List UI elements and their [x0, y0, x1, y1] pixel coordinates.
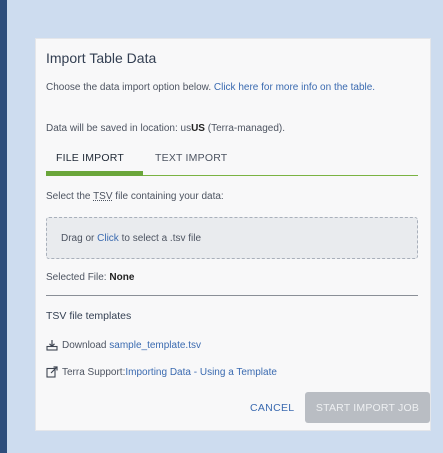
- import-tabs: FILE IMPORT TEXT IMPORT: [46, 141, 418, 176]
- location-prefix: Data will be saved in location: us: [46, 123, 192, 134]
- tab-file-import[interactable]: FILE IMPORT: [56, 152, 124, 164]
- select-suffix: file containing your data:: [112, 191, 224, 202]
- support-article-link[interactable]: Importing Data - Using a Template: [125, 367, 277, 378]
- dropzone-text: Drag or Click to select a .tsv file: [61, 233, 201, 244]
- dropzone-prefix: Drag or: [61, 233, 98, 244]
- download-icon: [46, 339, 58, 351]
- start-import-job-button[interactable]: START IMPORT JOB: [305, 392, 430, 423]
- import-table-modal: Import Table Data Choose the data import…: [35, 38, 431, 431]
- tsv-abbreviation: TSV: [93, 191, 113, 202]
- selected-file-value: None: [109, 272, 135, 283]
- active-tab-indicator: [46, 171, 143, 176]
- location-text: Data will be saved in location: usUS (Te…: [46, 123, 285, 134]
- modal-title: Import Table Data: [46, 50, 157, 66]
- file-dropzone[interactable]: Drag or Click to select a .tsv file: [46, 217, 418, 259]
- external-link-icon: [46, 366, 58, 378]
- select-instruction: Select the TSV file containing your data…: [46, 191, 224, 202]
- select-prefix: Select the: [46, 191, 94, 202]
- cancel-button[interactable]: CANCEL: [250, 402, 294, 414]
- download-template-line: Download sample_template.tsv: [46, 339, 201, 351]
- support-prefix: Terra Support:: [62, 366, 126, 378]
- download-prefix: Download: [62, 339, 107, 351]
- dropzone-click-link[interactable]: Click: [97, 233, 119, 244]
- templates-heading: TSV file templates: [46, 310, 132, 322]
- selected-file-label: Selected File:: [46, 272, 110, 283]
- info-prefix: Choose the data import option below.: [46, 82, 214, 93]
- location-value: US: [191, 123, 205, 134]
- modal-overlay: Import Table Data Choose the data import…: [7, 0, 443, 453]
- selected-file: Selected File: None: [46, 272, 134, 283]
- section-divider: [46, 295, 418, 296]
- location-suffix: (Terra-managed).: [204, 123, 286, 134]
- info-text: Choose the data import option below. Cli…: [46, 81, 418, 94]
- support-article-line: Terra Support: Importing Data - Using a …: [46, 366, 277, 378]
- app-backdrop: Import Table Data Choose the data import…: [0, 0, 443, 453]
- more-info-link[interactable]: Click here for more info on the table.: [214, 82, 375, 93]
- download-template-link[interactable]: sample_template.tsv: [109, 340, 201, 351]
- tab-text-import[interactable]: TEXT IMPORT: [155, 152, 227, 164]
- dropzone-suffix: to select a .tsv file: [118, 233, 202, 244]
